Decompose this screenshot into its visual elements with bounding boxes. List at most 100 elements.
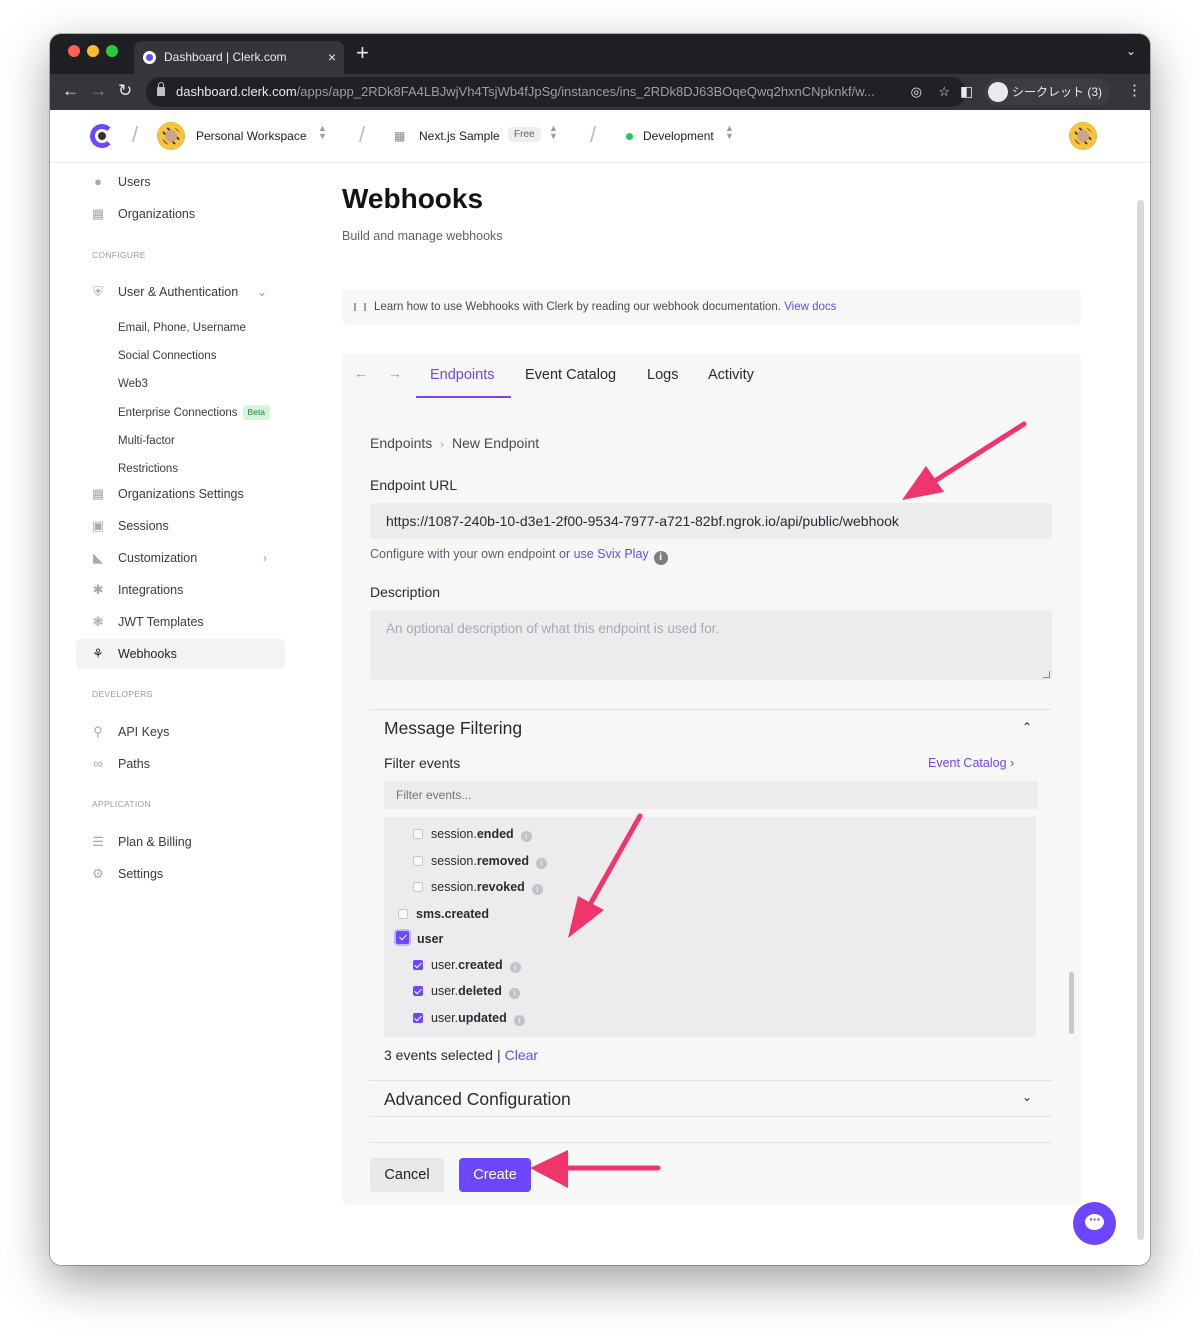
event-user-created[interactable]: user.created i: [413, 956, 521, 974]
chat-bubble-icon[interactable]: [1073, 1202, 1116, 1245]
view-docs-link[interactable]: View docs: [784, 301, 836, 313]
event-session-revoked[interactable]: session.revoked i: [413, 878, 543, 896]
message-filtering-heading[interactable]: Message Filtering: [384, 718, 522, 739]
sidebar-item-settings[interactable]: ⚙ Settings: [76, 859, 285, 889]
description-textarea[interactable]: An optional description of what this end…: [370, 610, 1052, 680]
checkbox[interactable]: [413, 882, 423, 892]
star-icon[interactable]: ☆: [938, 77, 950, 107]
checkbox[interactable]: [413, 856, 423, 866]
sidebar-item-customization[interactable]: ◣ Customization ›: [76, 543, 285, 573]
sidebar-subitem-restrictions[interactable]: Restrictions: [118, 458, 178, 480]
back-arrow-icon[interactable]: ←: [62, 80, 79, 102]
incognito-profile-button[interactable]: シークレット (3): [984, 79, 1110, 105]
sidebar-item-user-authentication[interactable]: ⛨ User & Authentication ⌄: [76, 277, 285, 307]
sidebar-item-integrations[interactable]: ✱ Integrations: [76, 575, 285, 605]
sidebar-subitem-multi-factor[interactable]: Multi-factor: [118, 430, 175, 452]
sidebar-item-label: Organizations Settings: [118, 487, 244, 501]
endpoint-url-input[interactable]: [370, 503, 1052, 539]
sidebar-item-api-keys[interactable]: ⚲ API Keys: [76, 717, 285, 747]
eye-slash-icon[interactable]: ◎: [911, 77, 922, 107]
tab-event-catalog[interactable]: Event Catalog: [525, 365, 616, 398]
reload-icon[interactable]: ↻: [118, 80, 132, 102]
info-icon[interactable]: i: [520, 831, 532, 842]
side-panel-icon[interactable]: ◧: [960, 80, 973, 102]
instance-switcher[interactable]: Development: [643, 129, 714, 143]
sidebar-subitem-web3[interactable]: Web3: [118, 373, 148, 395]
checkbox-checked[interactable]: [413, 960, 423, 970]
minimize-window-button[interactable]: [87, 45, 99, 57]
sidebar-item-users[interactable]: ● Users: [76, 167, 285, 197]
chevron-down-icon: ⌄: [256, 285, 267, 299]
svix-play-link[interactable]: use Svix Play: [574, 547, 649, 561]
kebab-menu-icon[interactable]: ⋮: [1127, 80, 1142, 102]
sidebar-item-label: User & Authentication: [118, 285, 239, 299]
page-scrollbar[interactable]: [1137, 200, 1144, 1240]
event-session-ended[interactable]: session.ended i: [413, 825, 532, 843]
tab-activity[interactable]: Activity: [708, 365, 754, 398]
info-icon[interactable]: i: [653, 551, 668, 565]
info-icon[interactable]: i: [508, 988, 520, 999]
tab-close-icon[interactable]: ×: [328, 41, 336, 74]
checkbox[interactable]: [413, 829, 423, 839]
sidebar-subitem-social-connections[interactable]: Social Connections: [118, 345, 216, 367]
info-icon[interactable]: i: [513, 1015, 525, 1026]
up-down-chevron-icon[interactable]: ▲ ▼: [318, 124, 327, 141]
address-bar[interactable]: dashboard.clerk.com/apps/app_2RDk8FA4LBJ…: [146, 77, 966, 107]
new-tab-button[interactable]: +: [356, 40, 369, 66]
zoom-window-button[interactable]: [106, 45, 118, 57]
filter-events-label: Filter events: [384, 755, 461, 771]
page-subtitle: Build and manage webhooks: [342, 229, 503, 243]
clear-selection-link[interactable]: Clear: [505, 1047, 538, 1063]
events-scrollbar[interactable]: [1067, 817, 1077, 1037]
sidebar-item-jwt-templates[interactable]: ❃ JWT Templates: [76, 607, 285, 637]
tab-logs[interactable]: Logs: [647, 365, 678, 398]
event-user-updated[interactable]: user.updated i: [413, 1009, 525, 1027]
clerk-logo-icon[interactable]: [90, 124, 114, 148]
sidebar-item-label: Plan & Billing: [118, 835, 192, 849]
up-down-chevron-icon[interactable]: ▲ ▼: [549, 124, 558, 141]
sidebar-item-sessions[interactable]: ▣ Sessions: [76, 511, 285, 541]
sidebar-subitem-enterprise-connections[interactable]: Enterprise Connections Beta: [118, 402, 271, 424]
workspace-switcher[interactable]: Personal Workspace: [196, 129, 307, 143]
chevron-up-icon[interactable]: ⌃: [1022, 720, 1032, 734]
event-group-user[interactable]: user: [396, 930, 443, 948]
event-catalog-link[interactable]: Event Catalog ›: [928, 756, 1014, 770]
chevron-down-icon[interactable]: ⌄: [1022, 1090, 1032, 1104]
event-sms-created[interactable]: sms.created: [398, 905, 489, 923]
filter-events-input[interactable]: [384, 781, 1038, 809]
sidebar-item-plan-billing[interactable]: ☰ Plan & Billing: [76, 827, 285, 857]
resize-handle[interactable]: [1043, 671, 1050, 678]
chevron-down-icon[interactable]: ⌄: [1126, 44, 1136, 58]
forward-arrow-icon[interactable]: →: [90, 80, 107, 102]
user-avatar[interactable]: [1069, 122, 1097, 150]
scrollbar-thumb[interactable]: [1069, 972, 1074, 1034]
create-button[interactable]: Create: [459, 1158, 531, 1192]
up-down-chevron-icon[interactable]: ▲ ▼: [725, 124, 734, 141]
checkbox-checked[interactable]: [413, 1013, 423, 1023]
app-switcher[interactable]: Next.js Sample: [419, 129, 500, 143]
sidebar-item-webhooks[interactable]: ⚘ Webhooks: [76, 639, 285, 669]
info-icon[interactable]: i: [535, 858, 547, 869]
info-icon[interactable]: i: [509, 962, 521, 973]
event-prefix: session.: [431, 880, 477, 894]
browser-tab[interactable]: Dashboard | Clerk.com ×: [134, 41, 344, 74]
chevron-right-icon: ›: [1010, 756, 1015, 770]
checkbox[interactable]: [398, 909, 408, 919]
back-arrow-icon[interactable]: ←: [354, 365, 368, 381]
forward-arrow-icon[interactable]: →: [388, 365, 402, 381]
info-icon[interactable]: i: [531, 884, 543, 895]
checkbox-checked[interactable]: [413, 986, 423, 996]
checkbox-checked[interactable]: [396, 931, 409, 944]
breadcrumb-endpoints[interactable]: Endpoints: [370, 435, 432, 451]
advanced-configuration-heading[interactable]: Advanced Configuration: [384, 1089, 571, 1110]
sidebar-item-paths[interactable]: ∞ Paths: [76, 749, 285, 779]
close-window-button[interactable]: [68, 45, 80, 57]
page-title: Webhooks: [342, 183, 484, 214]
cancel-button[interactable]: Cancel: [370, 1158, 444, 1192]
tab-endpoints[interactable]: Endpoints: [430, 365, 495, 398]
sidebar-subitem-email-phone[interactable]: Email, Phone, Username: [118, 317, 246, 339]
sidebar-item-organizations-settings[interactable]: ▦ Organizations Settings: [76, 479, 285, 509]
event-user-deleted[interactable]: user.deleted i: [413, 982, 520, 1000]
sidebar-item-organizations[interactable]: ▦ Organizations: [76, 199, 285, 229]
event-session-removed[interactable]: session.removed i: [413, 852, 547, 870]
